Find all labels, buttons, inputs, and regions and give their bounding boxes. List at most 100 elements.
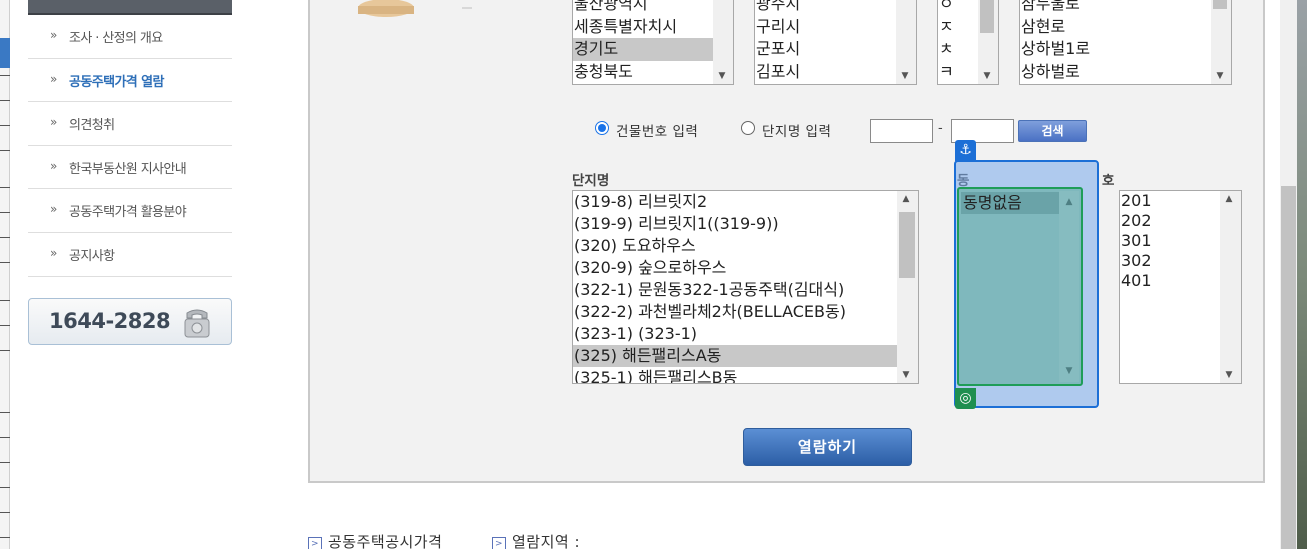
- view-region-link-label: 열람지역 :: [512, 533, 581, 549]
- view-region-link[interactable]: > 열람지역 :: [492, 531, 580, 549]
- left-edge-strip: [0, 0, 10, 549]
- list-item[interactable]: 세종특별자치시: [573, 16, 733, 39]
- arrow-box-icon: >: [308, 537, 322, 549]
- sido-listbox[interactable]: 울산광역시 세종특별자치시 경기도 충청북도 ▼: [572, 0, 734, 85]
- sidebar-item-label: 조사 · 산정의 개요: [69, 31, 163, 46]
- arrow-box-icon: >: [492, 537, 506, 549]
- list-item-selected[interactable]: 동명없음: [961, 192, 1061, 214]
- scroll-down-icon[interactable]: ▼: [713, 68, 731, 84]
- sidebar-item-opinion[interactable]: » 의견청취: [28, 102, 232, 146]
- phone-banner: 1644-2828: [28, 298, 232, 345]
- complex-listbox[interactable]: (319-8) 리브릿지2 (319-9) 리브릿지1((319-9)) (32…: [572, 190, 919, 384]
- strip-tick: [0, 187, 10, 188]
- strip-tick: [0, 262, 10, 263]
- strip-tick: [0, 100, 10, 101]
- strip-tick: [0, 300, 10, 301]
- scrollbar[interactable]: ▲ ▼: [1220, 191, 1241, 383]
- strip-tick: [0, 462, 10, 463]
- list-item[interactable]: 충청북도: [573, 61, 733, 84]
- list-item[interactable]: 삼현로: [1020, 16, 1231, 39]
- scroll-down-icon[interactable]: ▼: [896, 68, 914, 84]
- scrollbar[interactable]: ▼: [713, 0, 733, 84]
- strip-tick: [0, 437, 10, 438]
- scroll-down-icon[interactable]: ▼: [1059, 366, 1079, 376]
- list-item-selected[interactable]: 경기도: [573, 38, 733, 61]
- radio-complex-name-label: 단지명 입력: [762, 124, 832, 140]
- list-item[interactable]: 군포시: [755, 38, 916, 61]
- scroll-thumb[interactable]: [980, 0, 994, 33]
- sidebar-menu: » 조사 · 산정의 개요 » 공동주택가격 열람 » 의견청취 » 한국부동산…: [28, 15, 232, 277]
- scroll-up-icon[interactable]: ▲: [897, 191, 915, 207]
- list-item[interactable]: 삼두울로: [1020, 0, 1231, 16]
- list-item[interactable]: (322-2) 과천벨라체2차(BELLACEB동): [573, 301, 918, 323]
- double-chevron-icon: »: [50, 115, 57, 130]
- list-item[interactable]: 울산광역시: [573, 0, 733, 16]
- sidebar-item-label: 공동주택가격 활용분야: [69, 205, 187, 221]
- list-item[interactable]: (320) 도요하우스: [573, 235, 918, 257]
- radio-complex-name[interactable]: [741, 121, 755, 135]
- sidebar-item-overview[interactable]: » 조사 · 산정의 개요: [28, 15, 232, 59]
- scrollbar[interactable]: ▲ ▼: [1059, 191, 1079, 382]
- road-listbox[interactable]: 삼두울로 삼현로 상하벌1로 상하벌로 ▼: [1019, 0, 1232, 85]
- sidebar-item-branches[interactable]: » 한국부동산원 지사안내: [28, 146, 232, 190]
- double-chevron-icon: »: [50, 71, 57, 86]
- list-item[interactable]: 상하벌로: [1020, 61, 1231, 84]
- list-item[interactable]: 김포시: [755, 61, 916, 84]
- scroll-down-icon[interactable]: ▼: [897, 367, 915, 383]
- list-item[interactable]: 구리시: [755, 16, 916, 39]
- scroll-up-icon[interactable]: ▲: [1059, 197, 1079, 207]
- strip-tick: [0, 350, 10, 351]
- sigungu-listbox[interactable]: 광주시 구리시 군포시 김포시 ▼: [754, 0, 917, 85]
- page-scroll-thumb[interactable]: [1281, 186, 1296, 549]
- strip-tick: [0, 512, 10, 513]
- decorative-illustration: [358, 0, 472, 17]
- scroll-thumb[interactable]: [899, 212, 915, 278]
- telephone-icon: [184, 309, 210, 338]
- scroll-down-icon[interactable]: ▼: [1211, 68, 1229, 84]
- sidebar-item-usage[interactable]: » 공동주택가격 활용분야: [28, 189, 232, 233]
- sidebar-item-price-view[interactable]: » 공동주택가격 열람: [28, 59, 232, 103]
- view-button[interactable]: 열람하기: [743, 428, 912, 466]
- initial-listbox[interactable]: ㅇ ㅈ ㅊ ㅋ ▼: [937, 0, 999, 85]
- ho-listbox[interactable]: 201 202 301 302 401 ▲ ▼: [1119, 190, 1242, 384]
- list-item[interactable]: 광주시: [755, 0, 916, 16]
- strip-tick: [0, 75, 10, 76]
- sidebar-item-label: 공동주택가격 열람: [69, 74, 164, 90]
- ho-label: 호: [1102, 173, 1115, 189]
- page-scrollbar[interactable]: [1280, 0, 1297, 549]
- apt-price-link-label: 공동주택공시가격: [328, 533, 443, 549]
- list-item[interactable]: (325-1) 해든팰리스B동: [573, 367, 918, 383]
- phone-number: 1644-2828: [49, 309, 171, 333]
- strip-tick: [0, 487, 10, 488]
- building-no-main-input[interactable]: [870, 119, 933, 143]
- list-item[interactable]: (319-9) 리브릿지1((319-9)): [573, 213, 918, 235]
- list-item[interactable]: (320-9) 숲으로하우스: [573, 257, 918, 279]
- list-item-selected[interactable]: (325) 해든팰리스A동: [573, 345, 898, 367]
- list-item[interactable]: (322-1) 문원동322-1공동주택(김대식): [573, 279, 918, 301]
- sidebar-item-notice[interactable]: » 공지사항: [28, 233, 232, 277]
- complex-label: 단지명: [572, 173, 610, 189]
- scroll-thumb[interactable]: [1213, 0, 1227, 9]
- scrollbar[interactable]: ▼: [1211, 0, 1231, 84]
- strip-tick: [0, 537, 10, 538]
- strip-tick: [0, 125, 10, 126]
- list-item[interactable]: (323-1) (323-1): [573, 323, 918, 345]
- radio-building-no[interactable]: [595, 121, 609, 135]
- sidebar-header-bar: [28, 0, 232, 15]
- list-item[interactable]: 상하벌1로: [1020, 38, 1231, 61]
- scroll-down-icon[interactable]: ▼: [1220, 367, 1238, 383]
- apt-price-link[interactable]: > 공동주택공시가격: [308, 531, 442, 549]
- search-button[interactable]: 검색: [1018, 120, 1087, 142]
- dong-listbox[interactable]: 동명없음 ▲ ▼: [957, 187, 1083, 386]
- double-chevron-icon: »: [50, 158, 57, 173]
- scroll-up-icon[interactable]: ▲: [1220, 191, 1238, 207]
- scroll-down-icon[interactable]: ▼: [978, 68, 996, 84]
- strip-tick: [0, 412, 10, 413]
- scrollbar[interactable]: ▼: [978, 0, 998, 84]
- scrollbar[interactable]: ▲ ▼: [897, 191, 918, 383]
- radio-building-no-label: 건물번호 입력: [616, 124, 699, 140]
- anchor-icon: ⚓: [955, 140, 976, 161]
- scrollbar[interactable]: ▼: [896, 0, 916, 84]
- list-item[interactable]: (319-8) 리브릿지2: [573, 191, 918, 213]
- double-chevron-icon: »: [50, 202, 57, 217]
